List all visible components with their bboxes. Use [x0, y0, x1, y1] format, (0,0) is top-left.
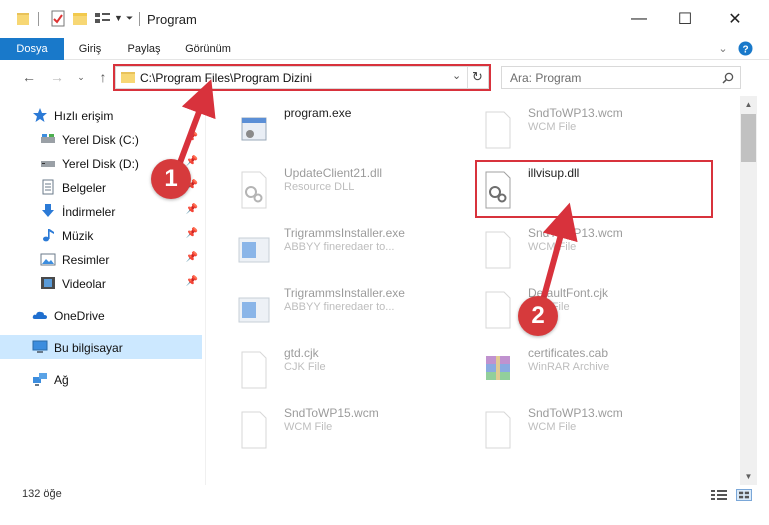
new-folder-icon[interactable]	[72, 10, 88, 28]
details-view-icon[interactable]	[711, 489, 727, 501]
address-bar-highlight	[113, 64, 491, 91]
quick-access-dropdown-icon[interactable]: ▼	[114, 13, 123, 31]
tab-share[interactable]: Paylaş	[124, 38, 164, 60]
pictures-icon	[40, 253, 56, 266]
file-item[interactable]: SndToWP15.wcm WCM File	[232, 402, 472, 456]
winrar-icon	[486, 356, 510, 380]
documents-icon	[42, 179, 54, 195]
back-arrow-icon[interactable]: ←	[18, 66, 40, 88]
drive-icon	[41, 134, 55, 143]
blank-file-icon	[485, 231, 511, 269]
search-input[interactable]: Ara: Program	[501, 66, 741, 89]
sidebar-item-quick-access[interactable]: Hızlı erişim	[0, 103, 202, 127]
minimize-button[interactable]: —	[616, 0, 662, 38]
close-button[interactable]: ✕	[712, 0, 758, 38]
installer-icon	[238, 237, 270, 263]
computer-icon	[32, 340, 48, 353]
scroll-down-icon[interactable]: ▼	[740, 468, 757, 485]
file-item[interactable]: TrigrammsInstaller.exe ABBYY fineredaer …	[232, 222, 472, 276]
step-2-badge: 2	[518, 296, 558, 336]
installer-icon	[238, 297, 270, 323]
drive-icon	[41, 161, 55, 167]
scrollbar-thumb[interactable]	[741, 114, 756, 162]
expand-ribbon-icon[interactable]: ⌄	[716, 38, 730, 60]
network-icon	[33, 373, 47, 386]
file-item[interactable]: TrigrammsInstaller.exe ABBYY fineredaer …	[232, 282, 472, 336]
file-item[interactable]: DefaultFont.cjk CJK File	[476, 282, 716, 336]
maximize-button[interactable]: ☐	[662, 0, 708, 38]
file-item[interactable]: SndToWP13.wcm WCM File	[476, 402, 716, 456]
svg-text:?: ?	[742, 45, 748, 56]
tab-view[interactable]: Görünüm	[180, 38, 236, 60]
file-item[interactable]: gtd.cjk CJK File	[232, 342, 472, 396]
status-bar: 132 öğe	[0, 485, 769, 505]
search-placeholder: Ara: Program	[510, 71, 582, 85]
blank-file-icon	[241, 411, 267, 449]
dll-icon	[241, 171, 267, 209]
onedrive-icon	[32, 311, 47, 319]
layout-icon[interactable]	[94, 10, 112, 28]
file-item[interactable]: SndToWP13.wcm WCM File	[476, 222, 716, 276]
sidebar-item-videos[interactable]: Videolar 📌	[0, 271, 202, 295]
pin-icon[interactable]: 📌	[186, 276, 198, 287]
sidebar-item-local-disk-c[interactable]: Yerel Disk (C:) 📌	[0, 127, 202, 151]
star-icon	[33, 108, 47, 122]
blank-file-icon	[485, 411, 511, 449]
item-count: 132 öğe	[22, 488, 62, 500]
tiles-view-icon[interactable]	[736, 489, 752, 501]
pin-icon[interactable]: 📌	[186, 156, 198, 167]
step-1-badge: 1	[151, 159, 191, 199]
blank-file-icon	[485, 111, 511, 149]
search-icon[interactable]	[722, 72, 734, 84]
sidebar-item-music[interactable]: Müzik 📌	[0, 223, 202, 247]
tab-home[interactable]: Giriş	[72, 38, 108, 60]
pin-icon[interactable]: 📌	[186, 204, 198, 215]
recent-locations-icon[interactable]: ⌄	[70, 66, 92, 88]
title-bar: ▼ ⏷ Program — ☐ ✕	[0, 0, 769, 38]
file-item[interactable]: SndToWP13.wcm WCM File	[476, 102, 716, 156]
blank-file-icon	[241, 351, 267, 389]
pin-icon[interactable]: 📌	[186, 132, 198, 143]
music-icon	[43, 229, 54, 242]
download-icon	[42, 204, 54, 217]
scroll-up-icon[interactable]: ▲	[740, 96, 757, 113]
sidebar-item-pictures[interactable]: Resimler 📌	[0, 247, 202, 271]
file-item[interactable]: program.exe	[232, 102, 472, 156]
help-icon[interactable]: ?	[738, 41, 753, 56]
properties-icon[interactable]	[50, 10, 66, 28]
videos-icon	[41, 277, 55, 289]
vertical-scrollbar[interactable]: ▲ ▼	[740, 96, 757, 485]
sidebar-item-this-pc[interactable]: Bu bilgisayar	[0, 335, 202, 359]
file-item[interactable]: certificates.cab WinRAR Archive	[476, 342, 716, 396]
forward-arrow-icon[interactable]: →	[46, 66, 68, 88]
pin-icon[interactable]: 📌	[186, 228, 198, 239]
folder-icon	[17, 13, 29, 25]
sidebar-item-downloads[interactable]: İndirmeler 📌	[0, 199, 202, 223]
file-list: program.exe SndToWP13.wcm WCM File Updat…	[206, 96, 740, 485]
sidebar-item-network[interactable]: Ağ	[0, 367, 202, 391]
tab-file[interactable]: Dosya	[0, 38, 64, 60]
sidebar-item-onedrive[interactable]: OneDrive	[0, 303, 202, 327]
navigation-pane: Hızlı erişim Yerel Disk (C:) 📌 Yerel Dis…	[0, 96, 205, 485]
blank-file-icon	[485, 291, 511, 329]
customize-toolbar-icon[interactable]: ⏷	[126, 13, 133, 31]
exe-icon	[241, 117, 267, 141]
up-arrow-icon[interactable]: ↑	[92, 66, 114, 88]
window-title: Program	[147, 12, 197, 27]
ribbon-tabs: Dosya Giriş Paylaş Görünüm ⌄ ?	[0, 38, 769, 60]
file-item[interactable]: UpdateClient21.dll Resource DLL	[232, 162, 472, 216]
file-highlight	[475, 160, 713, 218]
pin-icon[interactable]: 📌	[186, 252, 198, 263]
